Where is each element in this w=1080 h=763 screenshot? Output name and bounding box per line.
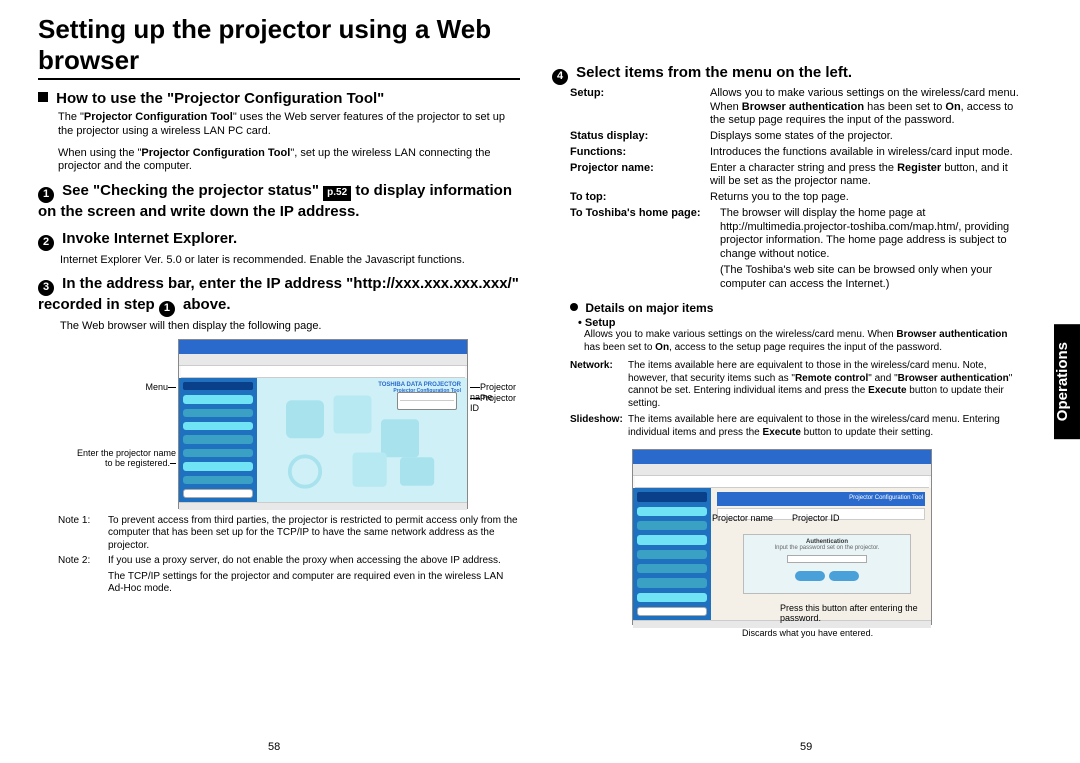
auth-panel: Authentication Input the password set on… <box>743 534 911 594</box>
side-tab: Operations <box>1054 0 1080 763</box>
screenshot-auth-menu <box>633 488 711 620</box>
callout-enter-name: Enter the projector name to be registere… <box>76 449 176 469</box>
screenshot-auth: Projector Configuration Tool Authenticat… <box>632 449 932 625</box>
callout2-projector-id: Projector ID <box>792 514 840 524</box>
how-to-p2: When using the "Projector Configuration … <box>58 147 520 175</box>
side-tab-label: Operations <box>1054 324 1080 439</box>
menu-definitions: Setup:Allows you to make various setting… <box>570 87 1024 292</box>
screenshot-menu <box>179 378 257 502</box>
step-3: 3 In the address bar, enter the IP addre… <box>38 275 520 317</box>
detail-network: Network: The items available here are eq… <box>570 360 1024 410</box>
callout2-projector-name: Projector name <box>712 514 773 524</box>
page-number-right: 59 <box>800 741 812 753</box>
password-input-mock <box>787 555 867 563</box>
rule <box>38 78 520 80</box>
callout-projector-id: Projector ID <box>470 394 520 414</box>
callout-press-button: Press this button after entering the pas… <box>780 604 940 624</box>
step-4: 4 Select items from the menu on the left… <box>552 64 1024 85</box>
callout-menu: Menu <box>106 383 176 393</box>
note-2: Note 2: If you use a proxy server, do no… <box>58 555 520 568</box>
step-number-4-icon: 4 <box>552 69 568 85</box>
step-number-3-icon: 3 <box>38 280 54 296</box>
how-to-p1: The "Projector Configuration Tool" uses … <box>58 111 520 139</box>
setup-subhead: • Setup <box>578 317 1024 329</box>
step-number-1-ref-icon: 1 <box>159 301 175 317</box>
step-3-body: The Web browser will then display the fo… <box>60 319 520 333</box>
name-id-box <box>397 392 457 410</box>
screenshot-main: TOSHIBA DATA PROJECTOR Projector Configu… <box>178 339 468 509</box>
note-1: Note 1: To prevent access from third par… <box>58 515 520 553</box>
note-extra: The TCP/IP settings for the projector an… <box>58 571 520 596</box>
page-ref-badge: p.52 <box>323 186 351 201</box>
screenshot2-tool-label: Projector Configuration Tool <box>849 495 923 501</box>
square-bullet-icon <box>38 92 48 102</box>
how-to-heading: How to use the "Projector Configuration … <box>38 90 520 107</box>
clear-button-mock <box>829 571 859 581</box>
callout-discard: Discards what you have entered. <box>742 629 922 639</box>
setup-text: Allows you to make various settings on t… <box>584 329 1024 354</box>
notes-block: Note 1: To prevent access from third par… <box>58 515 520 596</box>
step-number-2-icon: 2 <box>38 235 54 251</box>
step-2-body: Internet Explorer Ver. 5.0 or later is r… <box>60 253 520 267</box>
enter-button-mock <box>795 571 825 581</box>
page-title: Setting up the projector using a Web bro… <box>38 14 520 76</box>
step-2: 2 Invoke Internet Explorer. <box>38 230 520 251</box>
details-heading: Details on major items <box>570 301 1024 315</box>
page-number-left: 58 <box>268 741 280 753</box>
toshiba-logo <box>183 382 253 390</box>
step-number-1-icon: 1 <box>38 187 54 203</box>
detail-slideshow: Slideshow: The items available here are … <box>570 414 1024 439</box>
step-1: 1 See "Checking the projector status" p.… <box>38 182 520 222</box>
how-to-label: How to use the "Projector Configuration … <box>56 90 384 107</box>
circle-bullet-icon <box>570 303 578 311</box>
